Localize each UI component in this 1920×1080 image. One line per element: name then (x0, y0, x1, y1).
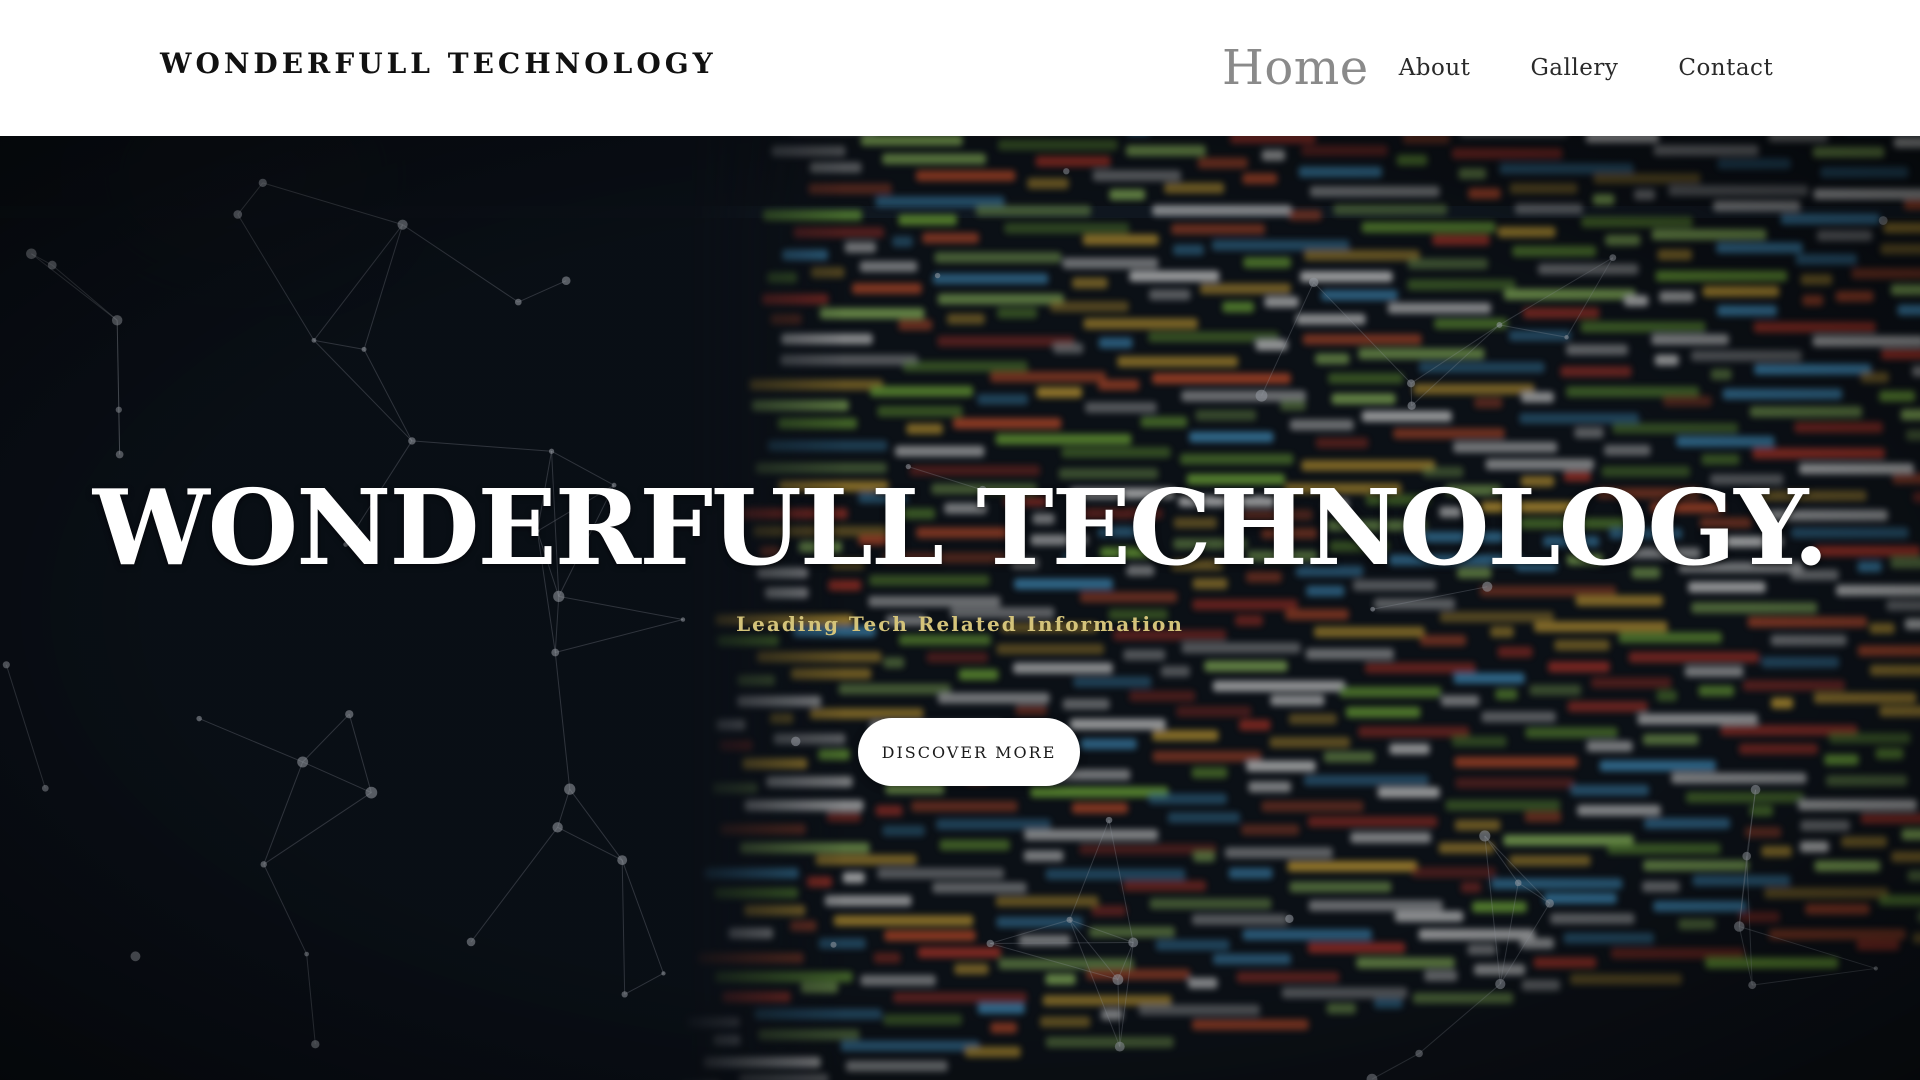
discover-more-button[interactable]: DISCOVER MORE (858, 718, 1080, 786)
hero-title: WONDERFULL TECHNOLOGY. (92, 466, 1829, 589)
brand-logo[interactable]: WONDERFULL TECHNOLOGY (160, 47, 717, 80)
site-header: WONDERFULL TECHNOLOGY Home About Gallery… (0, 0, 1920, 136)
nav-home[interactable]: Home (1222, 40, 1369, 96)
nav-gallery[interactable]: Gallery (1530, 55, 1618, 81)
hero-section: WONDERFULL TECHNOLOGY. Leading Tech Rela… (0, 136, 1920, 1080)
hero-background-image (0, 136, 1920, 1080)
main-nav: Home About Gallery Contact (1222, 30, 1773, 106)
nav-about[interactable]: About (1399, 55, 1471, 81)
nav-contact[interactable]: Contact (1678, 55, 1773, 81)
hero-subtitle: Leading Tech Related Information (736, 612, 1184, 636)
